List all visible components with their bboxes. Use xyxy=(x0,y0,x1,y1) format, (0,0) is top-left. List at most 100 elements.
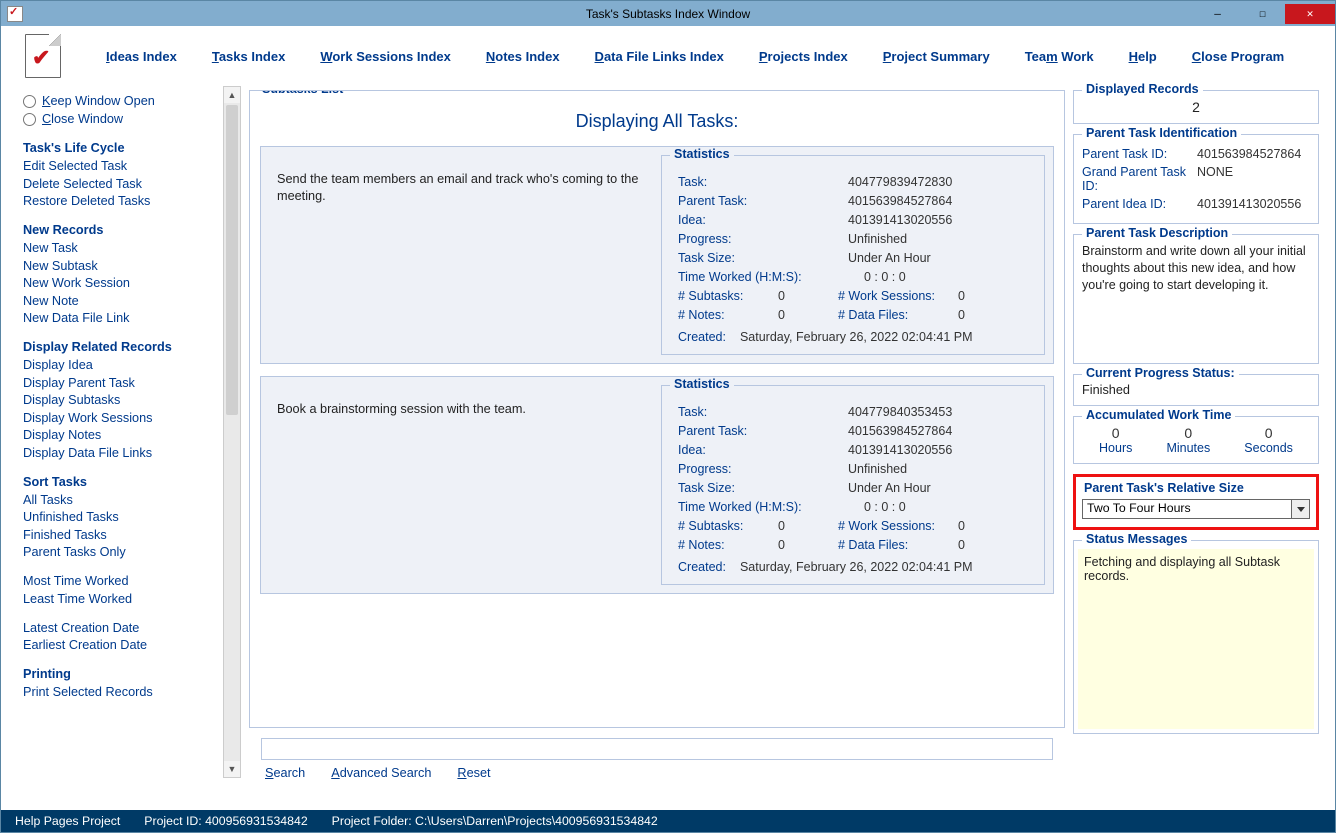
side-sort-latest[interactable]: Latest Creation Date xyxy=(23,621,221,635)
menu-work-sessions[interactable]: Work Sessions Index xyxy=(320,49,451,64)
side-sort-finished[interactable]: Finished Tasks xyxy=(23,528,221,542)
parent-desc-group: Parent Task Description Brainstorm and w… xyxy=(1073,234,1319,364)
hours-label: Hours xyxy=(1099,441,1132,455)
stat-files-label: # Data Files: xyxy=(838,308,958,322)
side-display-subtasks[interactable]: Display Subtasks xyxy=(23,393,221,407)
stat-created-value: Saturday, February 26, 2022 02:04:41 PM xyxy=(740,330,973,344)
task-card[interactable]: Book a brainstorming session with the te… xyxy=(260,376,1054,594)
side-sort-mosttime[interactable]: Most Time Worked xyxy=(23,574,221,588)
parent-desc-legend: Parent Task Description xyxy=(1082,226,1232,240)
advanced-search-link[interactable]: Advanced Search xyxy=(331,766,431,780)
stat-worksess-value: 0 xyxy=(958,289,965,303)
menu-notes-index[interactable]: Notes Index xyxy=(486,49,560,64)
scroll-down-icon[interactable]: ▼ xyxy=(224,761,240,777)
menu-team-work[interactable]: Team Work xyxy=(1025,49,1094,64)
side-display-parent[interactable]: Display Parent Task xyxy=(23,376,221,390)
progress-value: Finished xyxy=(1082,383,1310,397)
side-restore-tasks[interactable]: Restore Deleted Tasks xyxy=(23,194,221,208)
stat-time-label: Time Worked (H:M:S): xyxy=(678,270,848,284)
relative-size-legend: Parent Task's Relative Size xyxy=(1082,481,1310,495)
menu-datafiles-index[interactable]: Data File Links Index xyxy=(595,49,724,64)
parent-task-id-label: Parent Task ID: xyxy=(1082,147,1197,161)
stat-subtasks-value: 0 xyxy=(778,289,838,303)
relative-size-value: Two To Four Hours xyxy=(1083,500,1291,518)
work-time-legend: Accumulated Work Time xyxy=(1082,408,1235,422)
menu-tasks-index[interactable]: Tasks Index xyxy=(212,49,285,64)
progress-legend: Current Progress Status: xyxy=(1082,366,1239,380)
scroll-thumb[interactable] xyxy=(226,105,238,415)
radio-close-window[interactable]: Close Window xyxy=(23,112,221,126)
side-sort-leasttime[interactable]: Least Time Worked xyxy=(23,592,221,606)
stat-notes-value: 0 xyxy=(778,538,838,552)
work-time-group: Accumulated Work Time 0Hours 0Minutes 0S… xyxy=(1073,416,1319,464)
side-sort-unfinished[interactable]: Unfinished Tasks xyxy=(23,510,221,524)
menu-projects-label: rojects Index xyxy=(768,49,848,64)
menu-ideas-index[interactable]: Ideas Index xyxy=(106,49,177,64)
chevron-down-icon[interactable] xyxy=(1291,500,1309,518)
stat-task-value: 404779840353453 xyxy=(848,405,952,419)
side-head-display: Display Related Records xyxy=(23,340,221,354)
side-display-worksessions[interactable]: Display Work Sessions xyxy=(23,411,221,425)
side-new-worksession[interactable]: New Work Session xyxy=(23,276,221,290)
displayed-records-count: 2 xyxy=(1082,99,1310,115)
menu-help[interactable]: Help xyxy=(1129,49,1157,64)
reset-link[interactable]: Reset xyxy=(457,766,490,780)
search-link[interactable]: Search xyxy=(265,766,305,780)
parent-idea-id-label: Parent Idea ID: xyxy=(1082,197,1197,211)
stat-parent-value: 401563984527864 xyxy=(848,194,952,208)
menu-work-label: ork Sessions Index xyxy=(332,49,451,64)
side-edit-task[interactable]: Edit Selected Task xyxy=(23,159,221,173)
stat-created-label: Created: xyxy=(678,330,726,344)
side-head-sort: Sort Tasks xyxy=(23,475,221,489)
menubar: Ideas Index Tasks Index Work Sessions In… xyxy=(1,26,1335,86)
titlebar: Task's Subtasks Index Window — ☐ ✕ xyxy=(1,1,1335,26)
stat-task-value: 404779839472830 xyxy=(848,175,952,189)
grandparent-id-value: NONE xyxy=(1197,165,1233,193)
status-messages-text: Fetching and displaying all Subtask reco… xyxy=(1078,549,1314,729)
stat-created-value: Saturday, February 26, 2022 02:04:41 PM xyxy=(740,560,973,574)
side-new-subtask[interactable]: New Subtask xyxy=(23,259,221,273)
side-new-filelink[interactable]: New Data File Link xyxy=(23,311,221,325)
side-new-task[interactable]: New Task xyxy=(23,241,221,255)
parent-desc-text: Brainstorm and write down all your initi… xyxy=(1082,243,1310,333)
stat-size-label: Task Size: xyxy=(678,251,848,265)
stat-size-value: Under An Hour xyxy=(848,481,931,495)
stat-notes-value: 0 xyxy=(778,308,838,322)
stat-worksess-value: 0 xyxy=(958,519,965,533)
side-sort-earliest[interactable]: Earliest Creation Date xyxy=(23,638,221,652)
menu-close-label: lose Program xyxy=(1201,49,1284,64)
relative-size-dropdown[interactable]: Two To Four Hours xyxy=(1082,499,1310,519)
side-sort-all[interactable]: All Tasks xyxy=(23,493,221,507)
side-display-idea[interactable]: Display Idea xyxy=(23,358,221,372)
task-stats: Statistics Task:404779839472830 Parent T… xyxy=(661,155,1045,355)
search-input[interactable] xyxy=(261,738,1053,760)
status-messages-group: Status Messages Fetching and displaying … xyxy=(1073,540,1319,734)
stat-worksess-label: # Work Sessions: xyxy=(838,289,958,303)
displayed-records-legend: Displayed Records xyxy=(1082,82,1203,96)
side-print-selected[interactable]: Print Selected Records xyxy=(23,685,221,699)
sidebar-scrollbar[interactable]: ▲ ▼ xyxy=(223,86,241,778)
stat-time-value: 0 : 0 : 0 xyxy=(864,500,906,514)
side-new-note[interactable]: New Note xyxy=(23,294,221,308)
status-messages-legend: Status Messages xyxy=(1082,532,1191,546)
menu-close-program[interactable]: Close Program xyxy=(1192,49,1284,64)
parent-task-id-value: 401563984527864 xyxy=(1197,147,1301,161)
displayed-records-group: Displayed Records 2 xyxy=(1073,90,1319,124)
side-display-filelinks[interactable]: Display Data File Links xyxy=(23,446,221,460)
radio-keep-open[interactable]: Keep Window Open xyxy=(23,94,221,108)
side-display-notes[interactable]: Display Notes xyxy=(23,428,221,442)
side-delete-task[interactable]: Delete Selected Task xyxy=(23,177,221,191)
menu-projects-index[interactable]: Projects Index xyxy=(759,49,848,64)
stat-subtasks-value: 0 xyxy=(778,519,838,533)
menu-notes-label: otes Index xyxy=(495,49,559,64)
minutes-value: 0 xyxy=(1166,425,1210,441)
parent-id-group: Parent Task Identification Parent Task I… xyxy=(1073,134,1319,224)
menu-ideas-label: deas Index xyxy=(110,49,177,64)
list-heading: Displaying All Tasks: xyxy=(258,99,1056,138)
scroll-up-icon[interactable]: ▲ xyxy=(224,87,240,103)
task-card[interactable]: Send the team members an email and track… xyxy=(260,146,1054,364)
side-sort-parentonly[interactable]: Parent Tasks Only xyxy=(23,545,221,559)
stat-idea-value: 401391413020556 xyxy=(848,443,952,457)
status-project-id: Project ID: 400956931534842 xyxy=(144,814,307,828)
menu-project-summary[interactable]: Project Summary xyxy=(883,49,990,64)
